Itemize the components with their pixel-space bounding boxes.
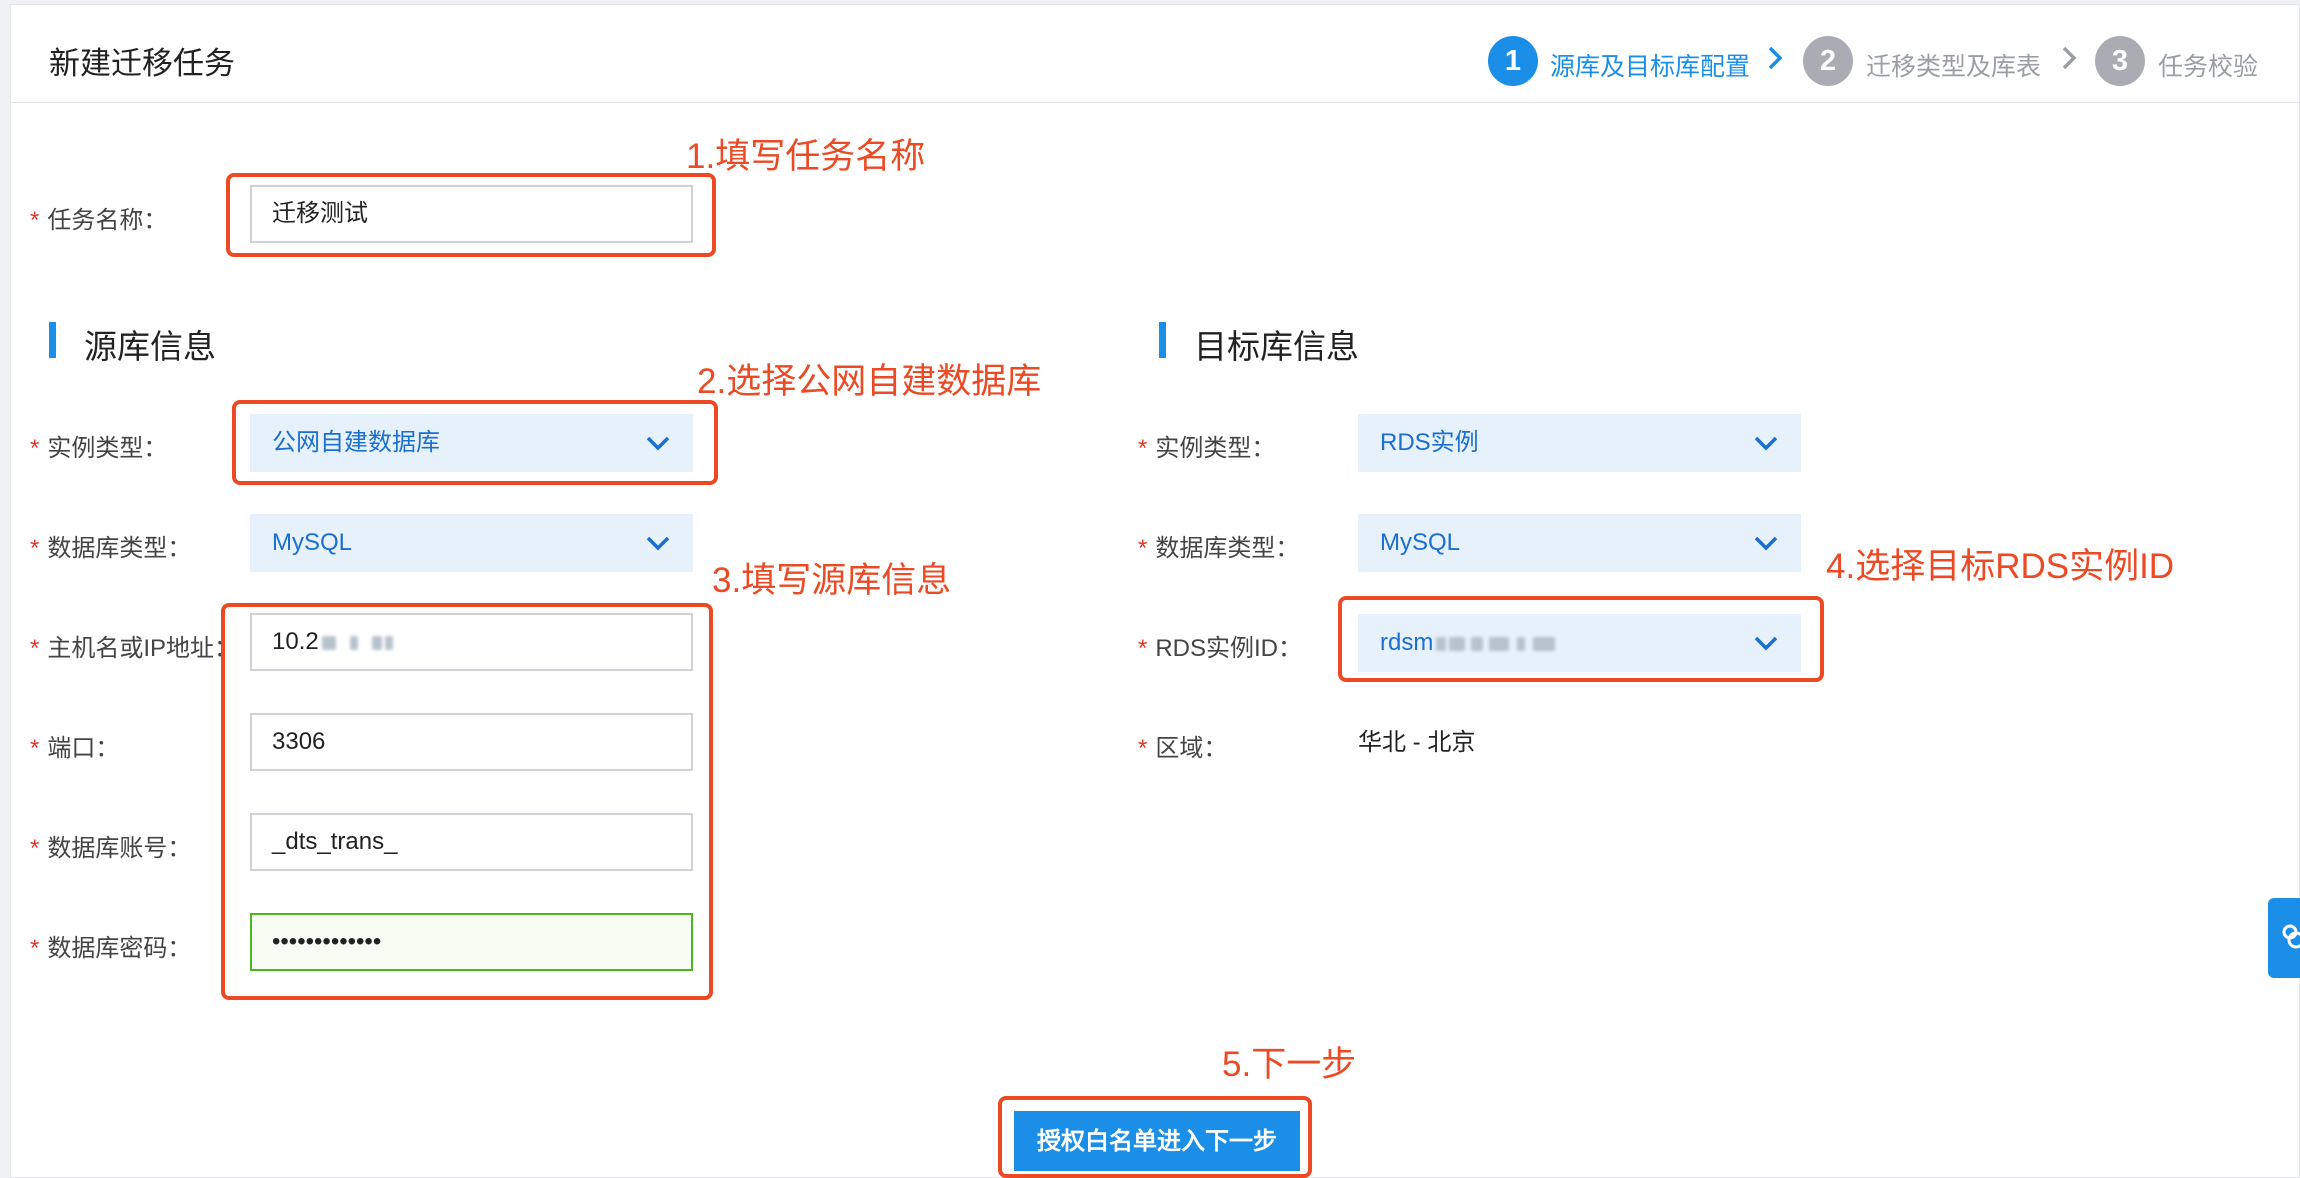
required-mark: *: [1138, 435, 1148, 462]
link-icon: [2282, 924, 2300, 949]
target-db-type-select[interactable]: MySQL: [1358, 514, 1801, 572]
label-text: 数据库类型：: [1155, 535, 1300, 562]
target-region-value: 华北 - 北京: [1358, 729, 1476, 756]
annotation-2: 2.选择公网自建数据库: [697, 362, 1042, 401]
target-db-type-label: * 数据库类型：: [1138, 528, 1299, 563]
side-tab[interactable]: [2268, 898, 2300, 978]
source-port-label: * 端口：: [30, 728, 119, 763]
section-bar: [49, 322, 56, 358]
source-host-label: * 主机名或IP地址：: [30, 628, 238, 663]
required-mark: *: [30, 935, 40, 962]
target-instance-type-select[interactable]: RDS实例: [1358, 414, 1801, 472]
label-text: 数据库类型：: [47, 535, 192, 562]
chevron-down-icon: [1754, 536, 1778, 551]
label-text: 区域：: [1155, 735, 1228, 762]
required-mark: *: [30, 635, 40, 662]
annotation-box-4: [1338, 596, 1824, 682]
target-rds-id-label: * RDS实例ID：: [1138, 628, 1302, 663]
task-name-label: * 任务名称：: [30, 200, 167, 235]
annotation-1: 1.填写任务名称: [686, 137, 926, 176]
header-divider: [10, 102, 2300, 103]
label-text: 实例类型：: [1155, 435, 1276, 462]
source-password-label: * 数据库密码：: [30, 928, 191, 963]
label-text: RDS实例ID：: [1155, 635, 1303, 662]
source-db-type-select[interactable]: MySQL: [250, 514, 693, 572]
required-mark: *: [30, 207, 40, 234]
chevron-down-icon: [646, 536, 670, 551]
required-mark: *: [30, 735, 40, 762]
annotation-box-3: [221, 603, 713, 1000]
source-section-title: 源库信息: [84, 328, 216, 365]
required-mark: *: [30, 835, 40, 862]
page-title: 新建迁移任务: [49, 46, 235, 81]
select-value: MySQL: [1380, 529, 1461, 556]
chevron-right-icon: [1768, 46, 1783, 70]
label-text: 实例类型：: [47, 435, 168, 462]
source-instance-type-label: * 实例类型：: [30, 428, 167, 463]
target-section-title: 目标库信息: [1194, 328, 1359, 365]
step-3-number: 3: [2095, 36, 2145, 86]
required-mark: *: [1138, 635, 1148, 662]
required-mark: *: [1138, 535, 1148, 562]
step-3-label: 任务校验: [2158, 53, 2259, 81]
source-db-type-label: * 数据库类型：: [30, 528, 191, 563]
select-value: RDS实例: [1380, 429, 1479, 456]
task-name-label-text: 任务名称：: [47, 207, 168, 234]
step-1-label: 源库及目标库配置: [1550, 53, 1751, 81]
target-instance-type-label: * 实例类型：: [1138, 428, 1275, 463]
required-mark: *: [30, 435, 40, 462]
label-text: 端口：: [47, 735, 120, 762]
select-value: MySQL: [272, 529, 353, 556]
next-step-button[interactable]: 授权白名单进入下一步: [1014, 1111, 1300, 1171]
required-mark: *: [30, 535, 40, 562]
step-1-number: 1: [1488, 36, 1538, 86]
annotation-box-1: [226, 173, 716, 257]
label-text: 数据库账号：: [47, 835, 192, 862]
chevron-down-icon: [1754, 436, 1778, 451]
annotation-4: 4.选择目标RDS实例ID: [1826, 547, 2175, 586]
source-account-label: * 数据库账号：: [30, 828, 191, 863]
label-text: 数据库密码：: [47, 935, 192, 962]
section-bar: [1159, 322, 1166, 358]
annotation-box-2: [232, 400, 718, 485]
required-mark: *: [1138, 735, 1148, 762]
target-region-label: * 区域：: [1138, 728, 1227, 763]
annotation-5: 5.下一步: [1222, 1045, 1357, 1084]
label-text: 主机名或IP地址：: [47, 635, 239, 662]
annotation-3: 3.填写源库信息: [712, 561, 952, 600]
step-2-label: 迁移类型及库表: [1866, 53, 2042, 81]
chevron-right-icon: [2062, 46, 2077, 70]
step-2-number: 2: [1803, 36, 1853, 86]
